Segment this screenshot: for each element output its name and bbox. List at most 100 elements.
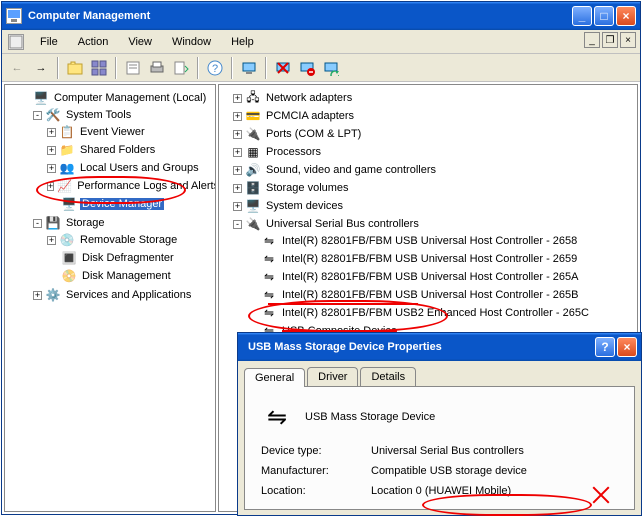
expand-icon[interactable]: + xyxy=(47,128,56,137)
menu-window[interactable]: Window xyxy=(164,34,219,50)
mdi-minimize-button[interactable]: _ xyxy=(584,32,600,48)
dev-usb-hc2[interactable]: Intel(R) 82801FB/FBM USB Universal Host … xyxy=(280,271,581,283)
dev-usb-hc4[interactable]: Intel(R) 82801FB/FBM USB2 Enhanced Host … xyxy=(280,307,591,319)
expand-icon[interactable]: + xyxy=(233,148,242,157)
menu-file[interactable]: File xyxy=(32,34,66,50)
tab-driver[interactable]: Driver xyxy=(307,367,358,386)
tab-general[interactable]: General xyxy=(244,368,305,387)
expand-icon[interactable]: + xyxy=(233,166,242,175)
system-devices-icon: 🖥️ xyxy=(245,198,261,214)
main-title: Computer Management xyxy=(28,10,572,22)
tab-details[interactable]: Details xyxy=(360,367,416,386)
tree-storage[interactable]: Storage xyxy=(64,217,107,229)
toolbar-separator xyxy=(57,57,59,79)
tools-icon: 🛠️ xyxy=(45,107,61,123)
usb-host-icon: ⇋ xyxy=(261,269,277,285)
collapse-icon[interactable]: - xyxy=(33,111,42,120)
perf-icon: 📈 xyxy=(57,178,72,194)
dev-usb-hc0[interactable]: Intel(R) 82801FB/FBM USB Universal Host … xyxy=(280,235,579,247)
toolbar-separator xyxy=(197,57,199,79)
scan-hardware-button[interactable] xyxy=(238,57,260,79)
tree-event-viewer[interactable]: Event Viewer xyxy=(78,126,147,138)
disk-mgmt-icon: 📀 xyxy=(61,268,77,284)
collapse-icon[interactable]: - xyxy=(33,219,42,228)
dev-network-adapters[interactable]: Network adapters xyxy=(264,92,354,104)
expand-icon[interactable]: + xyxy=(47,164,56,173)
tree-local-users[interactable]: Local Users and Groups xyxy=(78,162,201,174)
expand-icon[interactable]: + xyxy=(47,146,56,155)
update-driver-button[interactable] xyxy=(320,57,342,79)
main-titlebar[interactable]: Computer Management _ □ × xyxy=(2,2,640,30)
print-button[interactable] xyxy=(146,57,168,79)
props-titlebar[interactable]: USB Mass Storage Device Properties ? × xyxy=(238,333,641,361)
nav-forward-button[interactable]: → xyxy=(30,57,52,79)
tree-disk-defrag[interactable]: Disk Defragmenter xyxy=(80,252,176,264)
tree-device-manager[interactable]: Device Manager xyxy=(80,198,164,210)
tree-root[interactable]: Computer Management (Local) xyxy=(52,92,208,104)
pcmcia-icon: 💳 xyxy=(245,108,261,124)
dev-usb-hc1[interactable]: Intel(R) 82801FB/FBM USB Universal Host … xyxy=(280,253,579,265)
view-button[interactable] xyxy=(88,57,110,79)
expand-icon[interactable]: + xyxy=(33,291,42,300)
expand-icon[interactable]: + xyxy=(233,202,242,211)
up-button[interactable] xyxy=(64,57,86,79)
tree-removable-storage[interactable]: Removable Storage xyxy=(78,234,179,246)
event-viewer-icon: 📋 xyxy=(59,124,75,140)
dev-sound[interactable]: Sound, video and game controllers xyxy=(264,164,438,176)
menu-help[interactable]: Help xyxy=(223,34,262,50)
minimize-button[interactable]: _ xyxy=(572,6,592,26)
main-window-buttons: _ □ × xyxy=(572,6,636,26)
tree-disk-mgmt[interactable]: Disk Management xyxy=(80,270,173,282)
expand-icon[interactable]: + xyxy=(233,130,242,139)
computer-icon: 🖥️ xyxy=(33,90,49,106)
menu-view[interactable]: View xyxy=(120,34,160,50)
dev-usb-hc3[interactable]: Intel(R) 82801FB/FBM USB Universal Host … xyxy=(280,289,581,301)
device-manager-icon: 🖥️ xyxy=(61,196,77,212)
removable-storage-icon: 💿 xyxy=(59,232,75,248)
processor-icon: ▦ xyxy=(245,144,261,160)
value-device-type: Universal Serial Bus controllers xyxy=(371,445,524,457)
tree-services-apps[interactable]: Services and Applications xyxy=(64,289,193,301)
usb-host-icon: ⇋ xyxy=(261,251,277,267)
label-device-type: Device type: xyxy=(261,445,371,457)
dev-ports[interactable]: Ports (COM & LPT) xyxy=(264,128,363,140)
dev-system-devices[interactable]: System devices xyxy=(264,200,345,212)
usb-icon: 🔌 xyxy=(245,216,261,232)
expand-icon[interactable]: + xyxy=(233,184,242,193)
value-manufacturer: Compatible USB storage device xyxy=(371,465,527,477)
props-device-name: USB Mass Storage Device xyxy=(305,411,435,423)
maximize-button[interactable]: □ xyxy=(594,6,614,26)
menu-action[interactable]: Action xyxy=(70,34,117,50)
mdi-close-button[interactable]: × xyxy=(620,32,636,48)
export-button[interactable] xyxy=(170,57,192,79)
tree-perf-logs[interactable]: Performance Logs and Alerts xyxy=(75,180,216,192)
disable-button[interactable] xyxy=(296,57,318,79)
expand-icon[interactable]: + xyxy=(47,182,54,191)
close-button[interactable]: × xyxy=(616,6,636,26)
props-close-button[interactable]: × xyxy=(617,337,637,357)
network-icon: 🖧 xyxy=(245,90,261,106)
props-help-button[interactable]: ? xyxy=(595,337,615,357)
expand-icon[interactable]: + xyxy=(47,236,56,245)
toolbar-separator xyxy=(115,57,117,79)
dev-processors[interactable]: Processors xyxy=(264,146,323,158)
help-button[interactable]: ? xyxy=(204,57,226,79)
dev-pcmcia[interactable]: PCMCIA adapters xyxy=(264,110,356,122)
expand-icon[interactable]: + xyxy=(233,112,242,121)
svg-text:?: ? xyxy=(212,63,218,75)
usb-host-icon: ⇋ xyxy=(261,305,277,321)
tree-system-tools[interactable]: System Tools xyxy=(64,109,133,121)
dev-storage-volumes[interactable]: Storage volumes xyxy=(264,182,351,194)
collapse-icon[interactable]: - xyxy=(233,220,242,229)
dev-usb-controllers[interactable]: Universal Serial Bus controllers xyxy=(264,218,421,230)
uninstall-button[interactable] xyxy=(272,57,294,79)
tree-shared-folders[interactable]: Shared Folders xyxy=(78,144,157,156)
scope-tree[interactable]: 🖥️Computer Management (Local) -🛠️System … xyxy=(4,84,216,512)
properties-button[interactable] xyxy=(122,57,144,79)
usb-host-icon: ⇋ xyxy=(261,287,277,303)
expand-icon[interactable]: + xyxy=(233,94,242,103)
props-title: USB Mass Storage Device Properties xyxy=(248,341,595,353)
value-location: Location 0 (HUAWEI Mobile) xyxy=(371,485,511,497)
toolbar: ← → ? xyxy=(2,54,640,82)
mdi-restore-button[interactable]: ❐ xyxy=(602,32,618,48)
